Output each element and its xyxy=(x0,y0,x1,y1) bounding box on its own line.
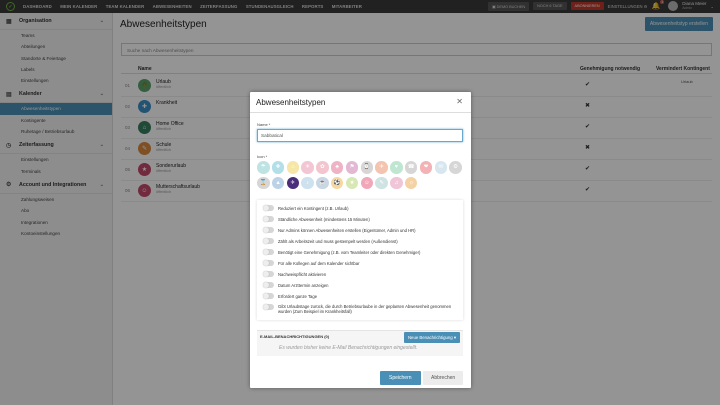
notifications-empty-text: Es wurden bisher keine E-Mail Benachrich… xyxy=(279,345,418,351)
option-toggle-row[interactable]: Reduziert ein Kontingent (z.B. Urlaub) xyxy=(263,205,349,211)
option-label: Erfordert ganze Tage xyxy=(278,293,318,299)
icon-option[interactable]: ♫ xyxy=(390,176,403,189)
icon-option[interactable]: ⌛ xyxy=(257,176,270,189)
toggle-switch[interactable] xyxy=(263,304,274,310)
icon-option[interactable]: ♪ xyxy=(301,176,314,189)
toggle-switch[interactable] xyxy=(263,282,274,288)
icon-option[interactable]: ☂ xyxy=(257,161,270,174)
new-notification-button[interactable]: Neue Benachrichtigung ▾ xyxy=(403,332,460,343)
option-toggle-row[interactable]: Datum Arzttermin anzeigen xyxy=(263,282,329,288)
icon-option[interactable]: ☺ xyxy=(360,176,374,189)
email-notifications-panel: E-MAIL-BENACHRICHTIGUNGEN (0) Neue Benac… xyxy=(257,330,463,356)
new-notification-label: Neue Benachrichtigung xyxy=(407,334,453,340)
option-label: Benötigt eine Genehmigung (z.B. vom Team… xyxy=(278,249,421,255)
icon-option[interactable]: ☼ xyxy=(404,176,418,189)
icon-option[interactable]: ☀ xyxy=(301,161,314,174)
modal-title: Abwesenheitstypen xyxy=(256,98,326,107)
icon-picker: ☂ ✚ ⌂ ☀ ✿ ♣ ⚑ ⌚ ✈ ♥ ☎ ❤ ✉ ⚙ ⌛ ▲ ✈ ♪ ☕ ⚽ ★ ☺ ✎ ♫ ☼ xyxy=(257,161,463,192)
icon-option[interactable]: ♥ xyxy=(390,161,403,174)
icon-option[interactable]: ★ xyxy=(345,176,359,189)
icon-option[interactable]: ✈ xyxy=(286,176,300,189)
option-label: Gibt Urlaubstage zurück, die durch Betri… xyxy=(278,304,452,314)
icon-option[interactable]: ☕ xyxy=(316,176,329,189)
option-toggle-row[interactable]: Nachweispflicht aktivieren xyxy=(263,271,326,277)
option-label: Nachweispflicht aktivieren xyxy=(278,271,327,277)
option-label: Reduziert ein Kontingent (z.B. Urlaub) xyxy=(278,205,349,211)
option-label: Für alle Kollegen auf dem Kalender sicht… xyxy=(278,260,360,266)
options-panel: Reduziert ein Kontingent (z.B. Urlaub) St… xyxy=(257,200,463,320)
option-toggle-row[interactable]: Für alle Kollegen auf dem Kalender sicht… xyxy=(263,260,359,266)
toggle-switch[interactable] xyxy=(263,271,274,277)
icon-option[interactable]: ⌂ xyxy=(286,161,300,174)
name-field[interactable]: Sabbatical xyxy=(257,129,463,142)
toggle-switch[interactable] xyxy=(263,216,274,222)
icon-option[interactable]: ✎ xyxy=(375,176,388,189)
icon-option[interactable]: ♣ xyxy=(330,161,344,174)
cancel-button[interactable]: Abbrechen xyxy=(423,371,464,385)
option-label: Zählt als Arbeitszeit und muss gestempel… xyxy=(278,238,398,244)
option-toggle-row[interactable]: Erfordert ganze Tage xyxy=(263,293,317,299)
toggle-switch[interactable] xyxy=(263,227,274,233)
option-toggle-row[interactable]: Zählt als Arbeitszeit und muss gestempel… xyxy=(263,238,398,244)
option-toggle-row[interactable]: Ständliche Abwesenheit (mindestens 15 Mi… xyxy=(263,216,370,222)
option-toggle-row[interactable]: Nur Admins können Abwesenheiten erstelle… xyxy=(263,227,416,233)
icon-option[interactable]: ✉ xyxy=(434,161,448,174)
icon-option[interactable]: ☎ xyxy=(404,161,418,174)
icon-option[interactable]: ⚑ xyxy=(345,161,359,174)
toggle-switch[interactable] xyxy=(263,249,274,255)
icon-option[interactable]: ✚ xyxy=(271,161,285,174)
icon-option[interactable]: ✿ xyxy=(316,161,329,174)
icon-option[interactable]: ⚽ xyxy=(330,176,344,189)
save-button[interactable]: Speichern xyxy=(380,371,421,385)
toggle-switch[interactable] xyxy=(263,205,274,211)
option-toggle-row[interactable]: Benötigt eine Genehmigung (z.B. vom Team… xyxy=(263,249,420,255)
icon-label: Icon * xyxy=(257,154,268,159)
icon-option[interactable]: ▲ xyxy=(271,176,285,189)
close-icon[interactable]: ✕ xyxy=(456,97,463,106)
option-label: Nur Admins können Abwesenheiten erstelle… xyxy=(278,227,416,233)
icon-option[interactable]: ⌚ xyxy=(360,161,374,174)
notifications-title: E-MAIL-BENACHRICHTIGUNGEN (0) xyxy=(260,334,330,339)
icon-option[interactable]: ✈ xyxy=(375,161,388,174)
absence-type-modal: Abwesenheitstypen ✕ Name * Sabbatical Ic… xyxy=(250,92,471,388)
modal-divider xyxy=(250,112,471,113)
toggle-switch[interactable] xyxy=(263,238,274,244)
icon-option[interactable]: ❤ xyxy=(419,161,433,174)
option-label: Datum Arzttermin anzeigen xyxy=(278,282,329,288)
option-toggle-row[interactable]: Gibt Urlaubstage zurück, die durch Betri… xyxy=(263,304,459,314)
toggle-switch[interactable] xyxy=(263,293,274,299)
chevron-down-icon: ▾ xyxy=(453,334,456,340)
icon-option[interactable]: ⚙ xyxy=(449,161,462,174)
option-label: Ständliche Abwesenheit (mindestens 15 Mi… xyxy=(278,216,370,222)
toggle-switch[interactable] xyxy=(263,260,274,266)
name-label: Name * xyxy=(257,122,271,127)
